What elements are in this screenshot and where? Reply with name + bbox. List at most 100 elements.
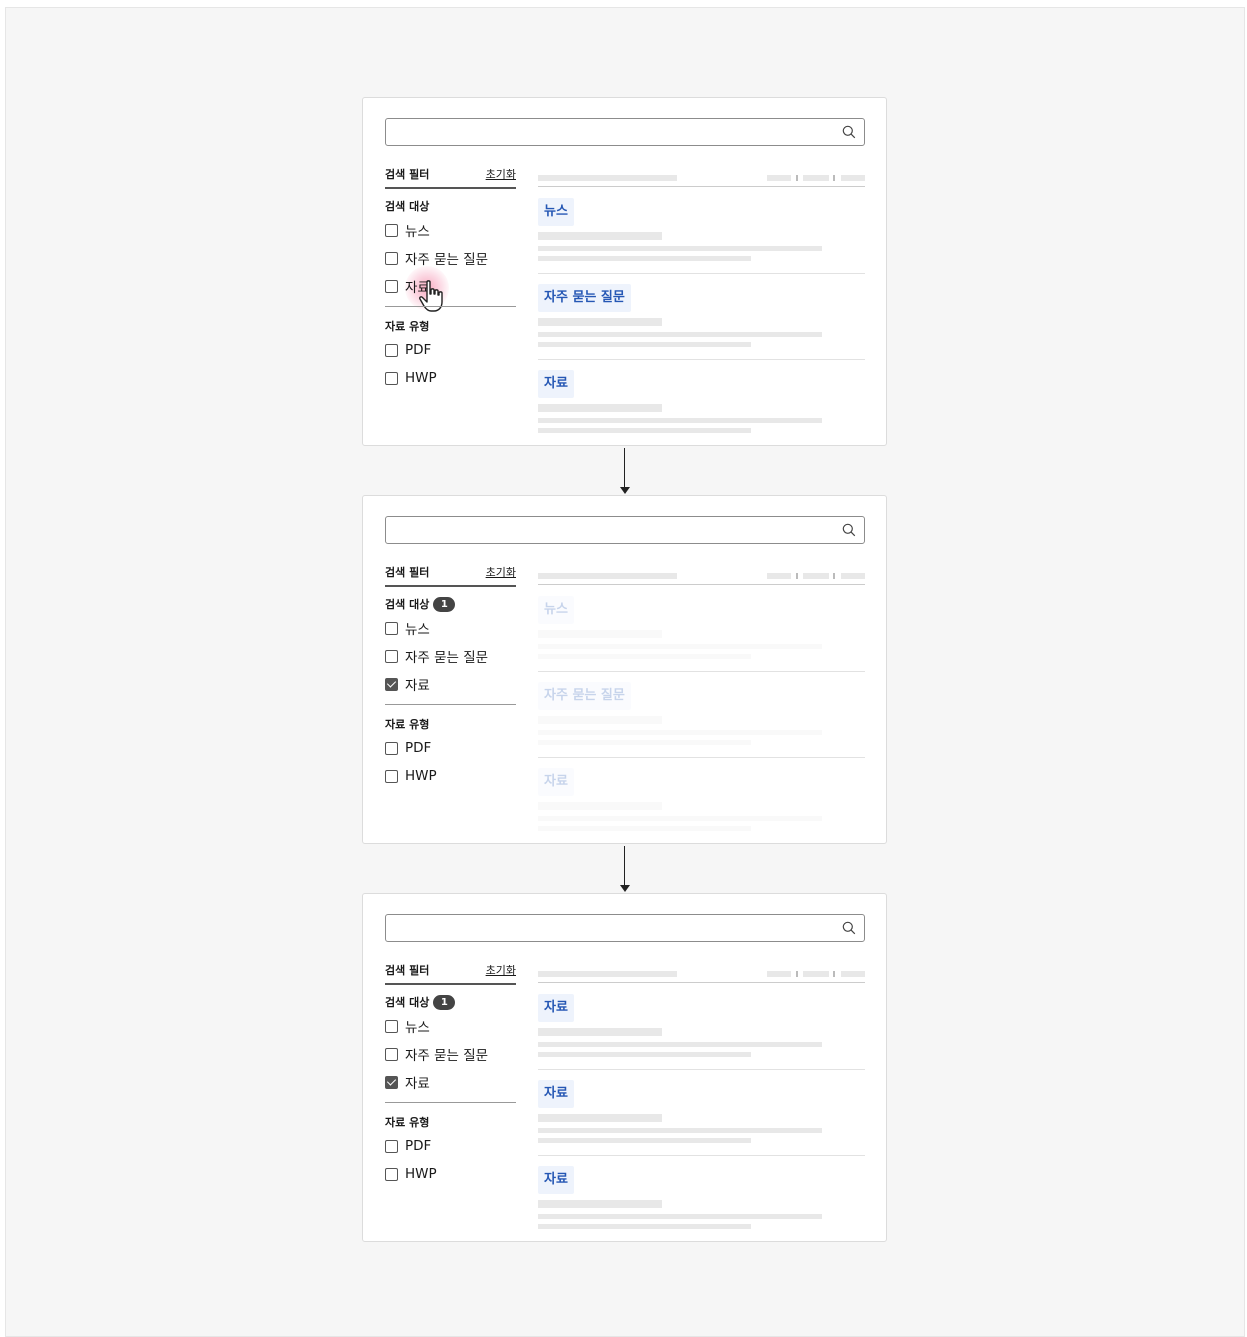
- placeholder-bar: [538, 175, 677, 181]
- option-label: HWP: [405, 370, 437, 386]
- reset-link[interactable]: 초기화: [486, 166, 516, 182]
- separator: [796, 971, 798, 977]
- filter-title: 검색 필터: [385, 168, 430, 181]
- checkbox[interactable]: [385, 279, 398, 293]
- placeholder-bar: [538, 826, 751, 831]
- option-pdf[interactable]: PDF: [385, 740, 431, 756]
- placeholder-bar: [538, 740, 751, 745]
- placeholder-bar: [538, 418, 822, 423]
- checkbox-checked-icon[interactable]: [385, 677, 398, 691]
- checkbox[interactable]: [385, 371, 398, 385]
- checkbox-checked-icon[interactable]: [385, 1075, 398, 1089]
- placeholder-bar: [538, 246, 822, 251]
- result-tag[interactable]: 자주 묻는 질문: [538, 284, 631, 312]
- section-label: 검색 대상: [385, 200, 430, 213]
- filter-title: 검색 필터: [385, 964, 430, 977]
- option-hwp[interactable]: HWP: [385, 370, 437, 386]
- result-tag[interactable]: 자료: [538, 370, 574, 398]
- placeholder-bar: [767, 573, 791, 579]
- search-icon[interactable]: [842, 125, 856, 139]
- placeholder-bar: [538, 802, 662, 810]
- search-icon[interactable]: [842, 921, 856, 935]
- hand-pointer-icon: [419, 280, 443, 312]
- placeholder-bar: [538, 232, 662, 240]
- placeholder-bar: [538, 630, 662, 638]
- placeholder-bar: [841, 175, 865, 181]
- count-badge: 1: [433, 994, 456, 1010]
- result-divider: [538, 273, 865, 274]
- filter-header: 검색 필터 초기화: [385, 564, 516, 587]
- option-material[interactable]: 자료: [385, 1074, 430, 1092]
- placeholder-bar: [538, 1214, 822, 1219]
- placeholder-bar: [538, 342, 751, 347]
- placeholder-bar: [767, 971, 791, 977]
- result-tag[interactable]: 자료: [538, 1166, 574, 1194]
- option-label: 자주 묻는 질문: [405, 252, 489, 268]
- option-label: 자주 묻는 질문: [405, 650, 489, 666]
- option-news[interactable]: 뉴스: [385, 222, 430, 240]
- search-input[interactable]: [385, 914, 865, 942]
- result-tag[interactable]: 자주 묻는 질문: [538, 682, 631, 710]
- separator: [833, 175, 835, 181]
- option-hwp[interactable]: HWP: [385, 768, 437, 784]
- option-hwp[interactable]: HWP: [385, 1166, 437, 1182]
- section-material-type: 자료 유형: [385, 318, 429, 334]
- section-search-target: 검색 대상 1: [385, 596, 456, 612]
- reset-link[interactable]: 초기화: [486, 564, 516, 580]
- count-badge: 1: [433, 596, 456, 612]
- filter-header: 검색 필터 초기화: [385, 166, 516, 189]
- placeholder-bar: [538, 716, 662, 724]
- option-material[interactable]: 자료: [385, 676, 430, 694]
- placeholder-bar: [538, 971, 677, 977]
- placeholder-bar: [803, 971, 829, 977]
- search-icon[interactable]: [842, 523, 856, 537]
- checkbox[interactable]: [385, 621, 398, 635]
- separator: [833, 971, 835, 977]
- placeholder-bar: [538, 1200, 662, 1208]
- result-tag[interactable]: 뉴스: [538, 596, 574, 624]
- option-faq[interactable]: 자주 묻는 질문: [385, 1046, 488, 1064]
- checkbox[interactable]: [385, 1167, 398, 1181]
- search-input[interactable]: [385, 118, 865, 146]
- placeholder-bar: [538, 1028, 662, 1036]
- placeholder-bar: [803, 573, 829, 579]
- checkbox[interactable]: [385, 769, 398, 783]
- panel-step-1: 검색 필터 초기화 검색 대상 뉴스 자주 묻는 질문 자료 자료 유형 PDF…: [362, 97, 887, 446]
- placeholder-bar: [538, 318, 662, 326]
- result-tag[interactable]: 자료: [538, 994, 574, 1022]
- divider: [385, 306, 516, 307]
- option-news[interactable]: 뉴스: [385, 1018, 430, 1036]
- checkbox[interactable]: [385, 1019, 398, 1033]
- result-tag[interactable]: 자료: [538, 1080, 574, 1108]
- search-input[interactable]: [385, 516, 865, 544]
- checkbox[interactable]: [385, 1139, 398, 1153]
- section-label: 검색 대상: [385, 598, 430, 611]
- checkbox[interactable]: [385, 251, 398, 265]
- option-label: 뉴스: [405, 622, 430, 638]
- result-tag[interactable]: 뉴스: [538, 198, 574, 226]
- filter-header: 검색 필터 초기화: [385, 962, 516, 985]
- result-divider: [538, 757, 865, 758]
- checkbox[interactable]: [385, 223, 398, 237]
- result-divider: [538, 1069, 865, 1070]
- checkbox[interactable]: [385, 1047, 398, 1061]
- checkbox[interactable]: [385, 741, 398, 755]
- option-faq[interactable]: 자주 묻는 질문: [385, 250, 489, 268]
- option-pdf[interactable]: PDF: [385, 1138, 431, 1154]
- placeholder-bar: [841, 971, 865, 977]
- option-faq[interactable]: 자주 묻는 질문: [385, 648, 489, 666]
- option-pdf[interactable]: PDF: [385, 342, 431, 358]
- result-tag[interactable]: 자료: [538, 768, 574, 796]
- option-news[interactable]: 뉴스: [385, 620, 430, 638]
- section-label: 자료 유형: [385, 320, 430, 333]
- reset-link[interactable]: 초기화: [486, 962, 516, 978]
- arrow-head: [620, 885, 630, 892]
- result-divider: [538, 671, 865, 672]
- checkbox[interactable]: [385, 649, 398, 663]
- placeholder-bar: [803, 175, 829, 181]
- placeholder-bar: [538, 332, 822, 337]
- placeholder-bar: [767, 175, 791, 181]
- checkbox[interactable]: [385, 343, 398, 357]
- placeholder-bar: [538, 1052, 751, 1057]
- placeholder-bar: [841, 573, 865, 579]
